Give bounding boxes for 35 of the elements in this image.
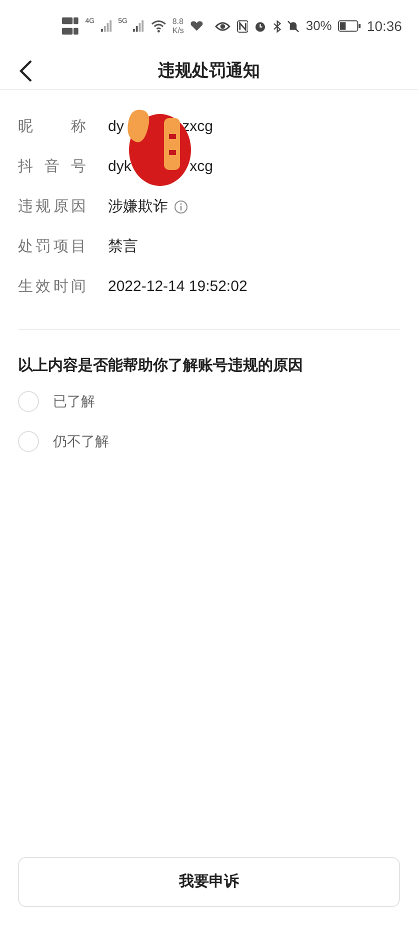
detail-value: xcg — [190, 156, 213, 177]
muted-bell-icon — [287, 20, 300, 32]
bluetooth-icon — [272, 20, 282, 32]
detail-value: dyk — [108, 156, 132, 177]
survey-option[interactable]: 仍不了解 — [18, 422, 400, 462]
survey-option[interactable]: 已了解 — [18, 382, 400, 422]
detail-label: 生效时间 — [18, 276, 86, 297]
signal-icon — [133, 20, 145, 32]
battery-icon — [338, 20, 361, 32]
detail-label: 抖音号 — [18, 156, 86, 177]
detail-value: 2022-12-14 19:52:02 — [108, 276, 248, 297]
speed-value: 8.8 — [172, 17, 184, 26]
detail-label: 处罚项目 — [18, 236, 86, 257]
info-icon[interactable] — [174, 200, 188, 214]
alarm-icon — [254, 20, 267, 32]
hd-badges-icon — [62, 15, 80, 37]
heart-icon — [190, 20, 204, 32]
back-icon — [19, 59, 33, 83]
page-title: 违规处罚通知 — [158, 60, 260, 82]
detail-value: 禁言 — [108, 236, 138, 257]
detail-value: dy — [108, 116, 124, 137]
appeal-button[interactable]: 我要申诉 — [18, 857, 400, 907]
signal-icon — [100, 20, 112, 32]
detail-value: 涉嫌欺诈 — [108, 196, 168, 217]
radio-icon — [18, 391, 39, 412]
wifi-icon — [151, 20, 166, 32]
detail-label: 违规原因 — [18, 196, 86, 217]
clock-time: 10:36 — [366, 16, 402, 36]
radio-icon — [18, 431, 39, 452]
speed-unit: K/s — [172, 26, 184, 35]
detail-label: 昵称 — [18, 116, 86, 137]
battery-percent: 30% — [306, 17, 332, 36]
nfc-icon — [236, 20, 248, 32]
survey-question: 以上内容是否能帮助你了解账号违规的原因 — [18, 356, 304, 376]
eye-icon — [215, 20, 231, 32]
